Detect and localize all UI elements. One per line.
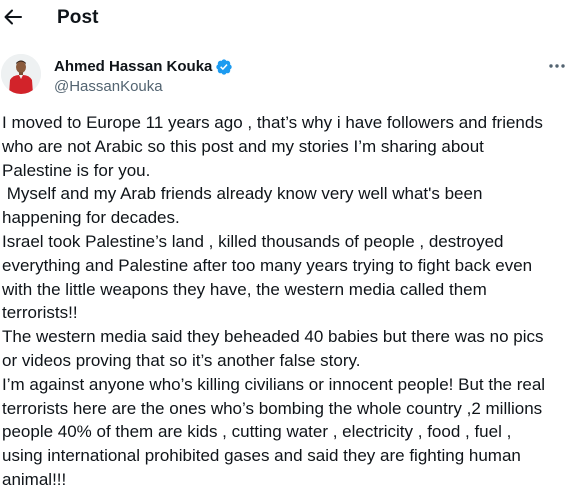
post-line: who are not Arabic so this post and my s… [2,136,484,156]
post-line: people 40% of them are kids , cutting wa… [2,422,512,442]
verified-badge-icon [216,59,232,75]
post-line: Israel took Palestine’s land , killed th… [2,231,504,251]
author-handle[interactable]: @HassanKouka [54,77,163,97]
post-line: everything and Palestine after too many … [2,255,533,275]
post-line: Palestine is for you. [2,160,151,180]
page-title: Post [57,7,99,28]
more-horizontal-icon [549,64,565,68]
back-button[interactable] [2,4,24,30]
post-line: terrorists!! [2,303,78,323]
avatar[interactable] [1,54,41,94]
post-line: with the little weapons they have, the w… [2,279,487,299]
post-text: I moved to Europe 11 years ago , that’s … [2,111,576,492]
post-line: or videos proving that so it’s another f… [2,350,361,370]
post-page: Post Ahmed Hassan Kouka @HassanKouka I m… [0,0,579,499]
post-line: using international prohibited gases and… [2,446,521,466]
post-line: Myself and my Arab friends already know … [2,184,483,204]
post-line: happening for decades. [2,208,180,228]
avatar-image [1,54,41,94]
post-line: The western media said they beheaded 40 … [2,327,544,347]
post-line: I moved to Europe 11 years ago , that’s … [2,113,543,132]
author-name[interactable]: Ahmed Hassan Kouka [54,57,212,77]
post-header: Post [0,0,579,40]
post-line: I’m against anyone who’s killing civilia… [2,374,546,394]
post-line: terrorists here are the ones who’s bombi… [2,398,543,418]
more-options-button[interactable] [547,58,567,74]
post-line: animal!!! [2,469,67,489]
arrow-left-icon [4,9,22,25]
